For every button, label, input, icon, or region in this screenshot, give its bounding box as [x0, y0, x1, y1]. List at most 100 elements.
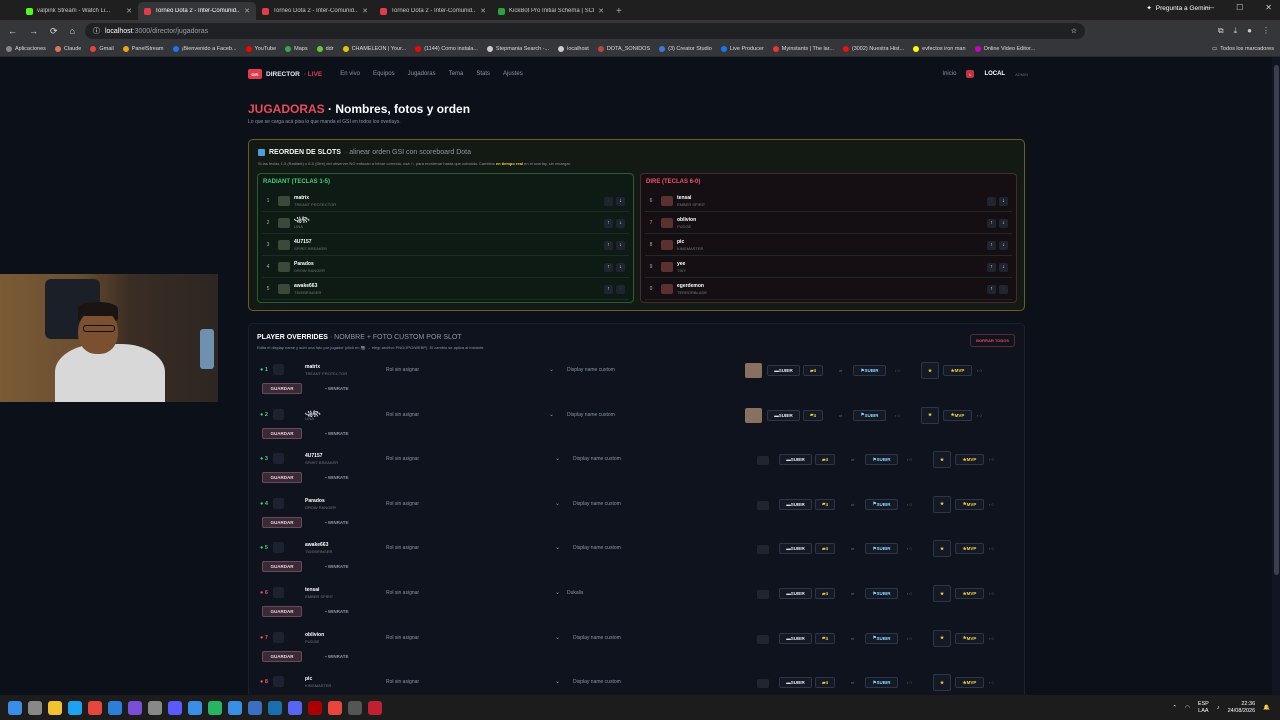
star-button[interactable]: ★: [933, 674, 951, 692]
folder-count-button[interactable]: ▰ 4: [815, 677, 835, 689]
chevron-down-icon[interactable]: ⌄: [555, 589, 560, 596]
player-photo[interactable]: [757, 679, 769, 689]
browser-tab[interactable]: Torneo Dota 2 - Inter-Comunid... ✕: [374, 2, 492, 20]
role-select[interactable]: Rol sin asignar: [386, 367, 558, 373]
move-up-button[interactable]: ↑: [604, 240, 613, 250]
bookmark-item[interactable]: (3002) Nuestra Hist...: [842, 46, 904, 52]
upload-banner-button[interactable]: ⚑ SUBIR: [865, 543, 898, 555]
mvp-button[interactable]: ★ MVP: [955, 498, 984, 510]
star-button[interactable]: ★: [933, 629, 951, 647]
folder-count-button[interactable]: ▰ 4: [815, 454, 835, 466]
move-up-button[interactable]: ↑: [604, 262, 613, 272]
bookmark-item[interactable]: CHAMELEON | Your...: [342, 46, 406, 52]
upload-photo-button[interactable]: ▬ SUBIR: [779, 632, 812, 644]
menu-icon[interactable]: ⋮: [1262, 26, 1270, 36]
menu-item-stats[interactable]: Stats: [476, 71, 490, 77]
wifi-icon[interactable]: ◠: [1185, 705, 1190, 711]
close-window-icon[interactable]: ✕: [1265, 3, 1272, 12]
player-photo[interactable]: [745, 363, 762, 378]
save-button[interactable]: GUARDAR: [262, 383, 302, 394]
winrate-toggle[interactable]: ▪ WINRATE: [325, 520, 349, 525]
winrate-toggle[interactable]: ▪ WINRATE: [325, 654, 349, 659]
tab-close-icon[interactable]: ✕: [598, 7, 604, 15]
bookmark-item[interactable]: Gmail: [90, 46, 114, 52]
move-down-button[interactable]: ↓: [616, 218, 625, 228]
player-photo[interactable]: [757, 456, 769, 466]
save-button[interactable]: GUARDAR: [262, 650, 302, 662]
move-up-button[interactable]: ↑: [987, 196, 996, 206]
menu-item-en-vivo[interactable]: En vivo: [340, 71, 360, 77]
taskbar-app-icon[interactable]: [108, 700, 122, 715]
save-button[interactable]: GUARDAR: [262, 427, 302, 439]
tab-close-icon[interactable]: ✕: [480, 7, 486, 15]
player-photo[interactable]: [757, 590, 769, 599]
bookmark-item[interactable]: Claude: [54, 46, 81, 52]
upload-photo-button[interactable]: ▬ SUBIR: [779, 454, 812, 466]
badge-icon[interactable]: ▪ 0: [907, 680, 912, 685]
move-up-button[interactable]: ↑: [987, 218, 996, 228]
move-up-button[interactable]: ↑: [987, 240, 996, 250]
maximize-icon[interactable]: ☐: [1236, 3, 1243, 12]
back-icon[interactable]: ←: [8, 26, 17, 37]
bookmark-item[interactable]: evfectos iron man: [913, 46, 966, 52]
upload-photo-button[interactable]: ▬ SUBIR: [779, 588, 812, 599]
mvp-count-icon[interactable]: ▪ 0: [989, 546, 994, 551]
taskbar-app-icon[interactable]: [228, 700, 242, 715]
link-icon[interactable]: ⇄: [851, 680, 854, 685]
role-select[interactable]: Rol sin asignar: [386, 679, 558, 685]
upload-photo-button[interactable]: ▬ SUBIR: [767, 365, 800, 376]
taskbar-app-icon[interactable]: [168, 700, 182, 715]
taskbar-app-icon[interactable]: [148, 700, 162, 715]
bookmark-item[interactable]: (3) Creator Studio: [659, 46, 712, 52]
link-icon[interactable]: ⇄: [851, 636, 854, 641]
clock[interactable]: 22:36 24/08/2026: [1228, 701, 1256, 715]
language-indicator[interactable]: ESP LAA: [1198, 701, 1209, 715]
bookmark-item[interactable]: ddr: [316, 46, 334, 52]
url-input[interactable]: ⓘ localhost:3000/director/jugadoras ☆: [84, 23, 1085, 39]
taskbar-app-icon[interactable]: [48, 700, 62, 715]
badge-icon[interactable]: ▪ 0: [907, 636, 912, 641]
mvp-button[interactable]: ★ MVP: [955, 588, 984, 599]
browser-tab[interactable]: valpink Stream - Watch Li... ✕: [20, 2, 138, 20]
folder-count-button[interactable]: ▰ 4: [803, 365, 823, 376]
player-photo[interactable]: [757, 545, 769, 555]
player-photo[interactable]: [757, 634, 769, 644]
upload-banner-button[interactable]: ⚑ SUBIR: [853, 365, 886, 376]
badge-icon[interactable]: ▪ 0: [895, 413, 900, 418]
taskbar-app-icon[interactable]: [328, 700, 342, 715]
move-down-button[interactable]: ↓: [999, 196, 1008, 206]
notification-icon[interactable]: 🔔: [1263, 705, 1270, 711]
badge-icon[interactable]: ▪ 0: [907, 457, 912, 462]
taskbar-app-icon[interactable]: [288, 700, 302, 715]
reload-icon[interactable]: ⟳: [50, 26, 58, 37]
move-down-button[interactable]: ↓: [616, 240, 625, 250]
clear-all-button[interactable]: BORRAR TODOS: [970, 334, 1015, 347]
forward-icon[interactable]: →: [29, 26, 38, 37]
upload-photo-button[interactable]: ▬ SUBIR: [779, 498, 812, 510]
page-scrollbar[interactable]: [1272, 57, 1280, 695]
bookmark-item[interactable]: Aplicaciones: [6, 46, 46, 52]
mvp-count-icon[interactable]: ▪ 0: [989, 502, 994, 507]
taskbar-app-icon[interactable]: [188, 700, 202, 715]
menu-item-jugadoras[interactable]: Jugadoras: [408, 71, 436, 77]
mvp-count-icon[interactable]: ▪ 0: [989, 457, 994, 462]
bookmark-star-icon[interactable]: ☆: [1071, 27, 1077, 35]
move-down-button[interactable]: ↓: [999, 262, 1008, 272]
move-down-button[interactable]: ↓: [999, 284, 1008, 294]
taskbar-app-icon[interactable]: [348, 700, 362, 715]
taskbar-app-icon[interactable]: [8, 700, 22, 715]
role-select[interactable]: Rol sin asignar: [386, 545, 558, 551]
bookmark-item[interactable]: Stepmania Search -...: [486, 46, 549, 52]
browser-tab[interactable]: Torneo Dota 2 - Inter-Comunid... ✕: [256, 2, 374, 20]
upload-photo-button[interactable]: ▬ SUBIR: [779, 543, 812, 555]
save-button[interactable]: GUARDAR: [262, 472, 302, 484]
display-name-input[interactable]: Display name custom: [573, 456, 621, 462]
winrate-toggle[interactable]: ▪ WINRATE: [325, 564, 349, 569]
mvp-count-icon[interactable]: ▪ 0: [977, 368, 982, 373]
mvp-count-icon[interactable]: ▪ 0: [977, 413, 982, 418]
move-up-button[interactable]: ↑: [987, 262, 996, 272]
mvp-button[interactable]: ★ MVP: [955, 632, 984, 644]
upload-banner-button[interactable]: ⚑ SUBIR: [853, 409, 886, 421]
mvp-count-icon[interactable]: ▪ 0: [989, 680, 994, 685]
taskbar-app-icon[interactable]: [368, 700, 382, 715]
